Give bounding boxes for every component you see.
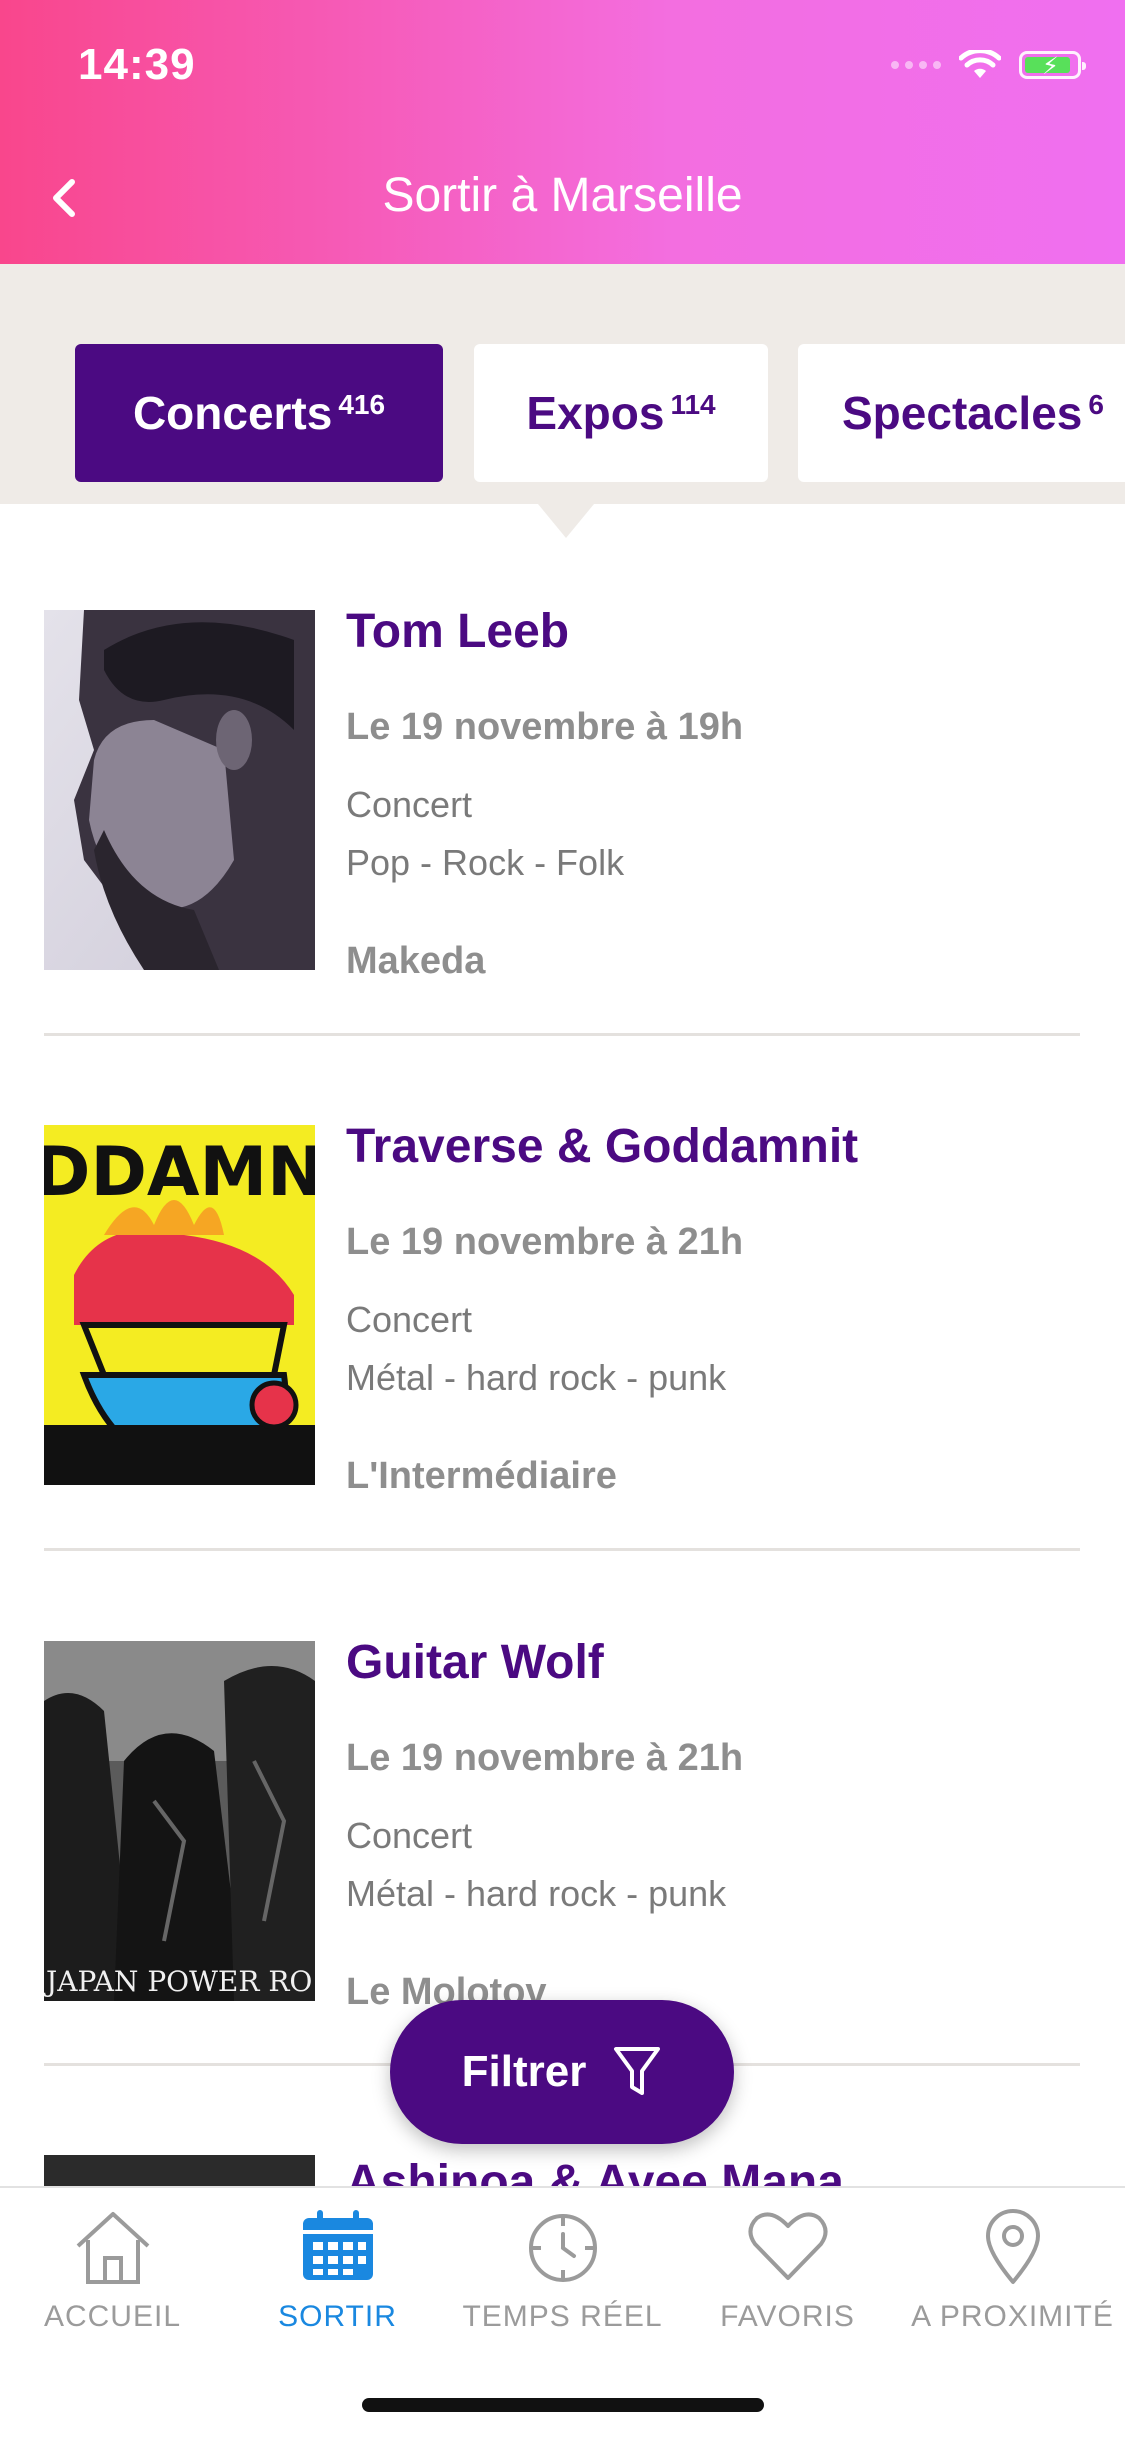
filter-button[interactable]: Filtrer — [390, 2000, 734, 2144]
tab-label: Spectacles — [842, 387, 1083, 439]
event-type: Concert — [346, 1815, 473, 1856]
filter-label: Filtrer — [461, 2047, 587, 2096]
battery-icon: ⚡ — [1019, 51, 1086, 80]
category-tabs: Concerts 416 Expos 114 Spectacles 6 — [0, 264, 1125, 504]
event-date: Le 19 novembre à 19h — [346, 706, 744, 748]
tab-expos[interactable]: Expos 114 — [474, 344, 768, 482]
event-thumbnail: DDAMNIT — [44, 1125, 315, 1485]
event-title: Guitar Wolf — [346, 1636, 604, 1689]
event-type: Concert — [346, 784, 473, 825]
event-thumbnail — [44, 2155, 315, 2186]
wifi-icon — [959, 50, 1001, 78]
tab-label: Concerts — [132, 387, 333, 439]
nav-item-sortir[interactable]: SORTIR — [225, 2206, 450, 2334]
tab-count: 114 — [670, 389, 716, 420]
active-tab-pointer — [538, 504, 594, 538]
event-genre: Métal - hard rock - punk — [346, 1357, 727, 1398]
app-header: 14:39 ⚡ Sortir à Marseille — [0, 0, 1125, 264]
event-thumbnail — [44, 610, 315, 970]
tab-count: 6 — [1088, 389, 1104, 420]
event-venue: Makeda — [346, 940, 486, 982]
nav-item-accueil[interactable]: ACCUEIL — [0, 2206, 225, 2334]
calendar-icon — [302, 2210, 373, 2280]
nav-label: SORTIR — [278, 2300, 397, 2333]
nav-label: A PROXIMITÉ — [911, 2300, 1114, 2333]
event-date: Le 19 novembre à 21h — [346, 1737, 744, 1779]
status-icons: ⚡ — [891, 50, 1086, 80]
page-title: Sortir à Marseille — [382, 169, 743, 222]
image-text: DDAMNIT — [44, 1133, 315, 1212]
image-text: JAPAN POWER RO — [44, 1965, 312, 1998]
status-time: 14:39 — [78, 40, 196, 89]
home-indicator — [362, 2398, 764, 2412]
event-title: Ashinoa & Ayee Mana — [346, 2156, 844, 2186]
tab-count: 416 — [338, 389, 386, 420]
event-genre: Métal - hard rock - punk — [346, 1873, 727, 1914]
event-item[interactable]: DDAMNIT Traverse & Goddamnit Le 19 novem… — [44, 1120, 1080, 1641]
event-title: Tom Leeb — [346, 605, 570, 658]
nav-label: ACCUEIL — [43, 2300, 182, 2333]
event-title: Traverse & Goddamnit — [346, 1120, 859, 1173]
heart-icon — [748, 2212, 827, 2280]
tab-concerts[interactable]: Concerts 416 — [75, 344, 443, 482]
clock-icon — [528, 2214, 597, 2282]
nav-label: FAVORIS — [720, 2300, 855, 2333]
event-venue: L'Intermédiaire — [346, 1455, 617, 1497]
list-divider — [44, 1548, 1080, 1551]
nav-item-favoris[interactable]: FAVORIS — [675, 2206, 900, 2334]
nav-label: TEMPS RÉEL — [462, 2300, 663, 2333]
home-icon — [76, 2212, 149, 2284]
event-genre: Pop - Rock - Folk — [346, 842, 625, 883]
filter-funnel-icon — [614, 2047, 661, 2095]
nav-item-a-proximite[interactable]: A PROXIMITÉ — [900, 2206, 1125, 2334]
event-item[interactable]: Tom Leeb Le 19 novembre à 19h Concert Po… — [44, 605, 1080, 1126]
location-pin-icon — [985, 2209, 1040, 2284]
event-date: Le 19 novembre à 21h — [346, 1221, 744, 1263]
list-divider — [44, 1033, 1080, 1036]
nav-item-temps-reel[interactable]: TEMPS RÉEL — [450, 2206, 675, 2334]
event-thumbnail: JAPAN POWER RO — [44, 1641, 315, 2001]
event-item[interactable]: Ashinoa & Ayee Mana — [44, 2155, 1080, 2186]
tab-label: Expos — [526, 387, 665, 439]
tab-spectacles[interactable]: Spectacles 6 — [798, 344, 1125, 482]
cellular-signal-icon — [891, 61, 941, 69]
event-type: Concert — [346, 1299, 473, 1340]
